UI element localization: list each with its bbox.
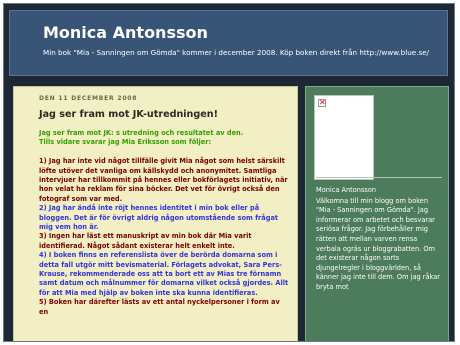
main-column: DEN 11 DECEMBER 2008 Jag ser fram mot JK…: [13, 86, 298, 341]
about-me-divider: [316, 177, 442, 178]
post-item-2: 2) Jag har ändå inte röjt hennes identit…: [39, 204, 279, 232]
about-me-description: Välkomna till min blogg om boken "Mia - …: [316, 196, 440, 291]
blog-description: Min bok "Mia - Sanningen om Gömda" komme…: [43, 48, 430, 57]
post-intro-line-1: Jag ser fram mot JK: s utredning och res…: [39, 129, 244, 137]
blog-title[interactable]: Monica Antonsson: [43, 23, 208, 42]
post-title[interactable]: Jag ser fram mot JK-utredningen!: [39, 109, 218, 120]
broken-image-icon: ✕: [318, 98, 326, 107]
about-me-title: Om mig: [316, 166, 346, 174]
post-intro: Jag ser fram mot JK: s utredning och res…: [39, 129, 291, 148]
post-body: Jag ser fram mot JK: s utredning och res…: [39, 129, 291, 317]
blog-page: Monica Antonsson Min bok "Mia - Sanninge…: [3, 3, 455, 342]
post-item-4: 4) I boken finns en referenslista över d…: [39, 251, 289, 297]
post-date: DEN 11 DECEMBER 2008: [39, 95, 138, 102]
post-item-5: 5) Boken har därefter lästs av ett antal…: [39, 298, 280, 316]
about-me-text: Monica Antonsson Välkomna till min blogg…: [316, 186, 444, 293]
sidebar: ✕ Om mig Monica Antonsson Välkomna till …: [305, 86, 449, 341]
post-item-1: 1) Jag har inte vid något tillfälle givi…: [39, 157, 288, 203]
post-item-3: 3) Ingen har läst ett manuskript av min …: [39, 232, 252, 250]
blog-header: Monica Antonsson Min bok "Mia - Sanninge…: [9, 10, 448, 76]
post-intro-line-2: Tills vidare svarar jag Mia Eriksson som…: [39, 138, 212, 147]
about-me-name[interactable]: Monica Antonsson: [316, 186, 444, 196]
